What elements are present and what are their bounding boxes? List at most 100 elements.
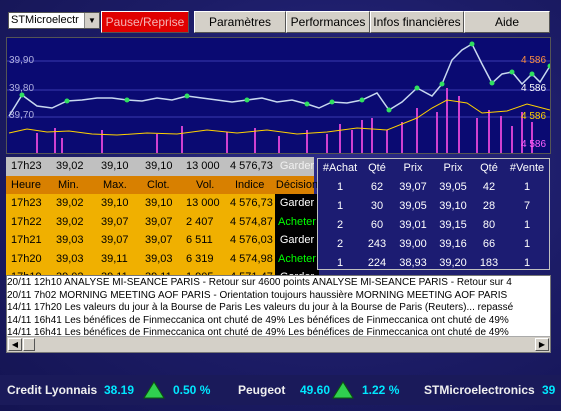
order-book-cell: 39,00 <box>399 238 427 250</box>
price-marker <box>329 99 335 105</box>
cell-clot: 39,07 <box>145 215 173 228</box>
header-volume: Vol. <box>196 178 215 191</box>
header-close: Clot. <box>147 178 170 191</box>
header-time: Heure <box>11 178 41 191</box>
order-book-cell: 183 <box>479 257 499 269</box>
table-row[interactable]: 17h21 39,03 39,07 39,07 6 511 4 576,03 Garder <box>6 231 319 250</box>
order-book-cell: 2 <box>336 219 344 231</box>
table-row[interactable]: 17h23 39,02 39,10 39,10 13 000 4 576,73 Garder <box>6 194 319 213</box>
ticker-price: 39 <box>542 383 556 397</box>
cell-decision: Acheter <box>275 249 319 268</box>
price-line <box>8 42 550 117</box>
current-quote-row[interactable]: 17h23 39,02 39,10 39,10 13 000 4 576,73 … <box>6 157 314 176</box>
header-sell-price: Prix <box>443 162 463 174</box>
order-book-cell: 1 <box>336 181 344 193</box>
price-marker <box>244 97 250 103</box>
ticker-price: 49.60 <box>300 383 331 397</box>
cell-max: 39,11 <box>101 252 128 265</box>
chevron-down-icon[interactable]: ▼ <box>84 13 99 28</box>
cell-decision: Garder <box>275 194 319 213</box>
order-book-cell: 66 <box>482 238 496 250</box>
cell-heure: 17h21 <box>11 234 42 246</box>
scroll-left-icon[interactable]: ◀ <box>8 338 22 351</box>
cell-min: 39,02 <box>56 160 84 172</box>
cell-vol: 6 511 <box>186 234 213 246</box>
order-book-cell: 39,16 <box>439 238 467 250</box>
scroll-right-icon[interactable]: ▶ <box>535 338 549 351</box>
order-book-header: #Achat Qté Prix Prix Qté #Vente <box>318 159 549 178</box>
stock-selector[interactable]: STMicroelectr ▼ <box>8 12 100 29</box>
cell-min: 39,03 <box>56 234 84 246</box>
order-book-cell: 80 <box>482 219 496 231</box>
ticker-name: Peugeot <box>238 383 286 397</box>
stock-ticker: Credit Lyonnais 38.19 0.50 % Peugeot 49.… <box>0 375 561 405</box>
horizontal-scrollbar[interactable]: ◀ ▶ <box>7 336 550 352</box>
news-item[interactable]: 20/11 7h02 MORNING MEETING AOF PARIS - O… <box>7 289 507 302</box>
news-item[interactable]: 14/11 17h20 Les valeurs du jour à la Bou… <box>7 301 513 314</box>
order-book-cell: 1 <box>523 219 531 231</box>
order-book-row[interactable]: 1 62 39,07 39,05 42 1 <box>318 178 549 197</box>
header-buy-count: #Achat <box>322 162 358 174</box>
news-feed[interactable]: 20/11 12h10 ANALYSE MI-SEANCE PARIS - Re… <box>6 275 551 353</box>
header-buy-qty: Qté <box>368 162 386 174</box>
price-marker <box>439 81 445 87</box>
order-book-cell: 42 <box>482 181 496 193</box>
order-book-row[interactable]: 2 60 39,01 39,15 80 1 <box>318 216 549 235</box>
price-marker <box>124 97 130 103</box>
order-book-cell: 62 <box>370 181 384 193</box>
performances-button[interactable]: Performances <box>286 11 370 33</box>
cell-heure: 17h22 <box>11 215 42 228</box>
cell-indice: 4 574,98 <box>230 252 273 265</box>
order-book-cell: 39,20 <box>439 257 467 269</box>
price-marker <box>469 41 475 47</box>
ticker-price: 38.19 <box>104 383 135 397</box>
table-row[interactable]: 17h20 39,03 39,11 39,03 6 319 4 574,98 Acheter <box>6 249 319 268</box>
order-book-row[interactable]: 1 224 38,93 39,20 183 1 <box>318 254 549 273</box>
order-book-row[interactable]: 2 243 39,00 39,16 66 1 <box>318 235 549 254</box>
order-book-row[interactable]: 1 30 39,05 39,10 28 7 <box>318 197 549 216</box>
header-sell-count: #Vente <box>509 162 545 174</box>
price-markers <box>19 41 550 113</box>
intraday-chart: 39,90 39,80 39,70 4 586 4 586 4 586 4 58… <box>6 37 551 154</box>
price-marker <box>509 69 515 75</box>
scroll-thumb[interactable] <box>23 338 35 351</box>
cell-heure: 17h20 <box>11 252 42 265</box>
cell-indice: 4 576,73 <box>230 197 273 209</box>
cell-max: 39,10 <box>101 197 129 209</box>
cell-decision: Garder <box>279 160 315 172</box>
y-axis-label: 39,70 <box>9 110 35 121</box>
order-book-cell: 2 <box>336 238 344 250</box>
table-row[interactable]: 17h22 39,02 39,07 39,07 2 407 4 574,87 Acheter <box>6 212 319 231</box>
news-item[interactable]: 14/11 16h41 Les bénéfices de Finmeccanic… <box>7 314 509 327</box>
stock-selector-value: STMicroelectr <box>11 14 79 26</box>
index-right-label: 4 586 <box>521 111 547 122</box>
y-axis-label: 39,90 <box>9 55 35 66</box>
news-item[interactable]: 20/11 12h10 ANALYSE MI-SEANCE PARIS - Re… <box>7 276 512 289</box>
order-book-cell: 38,93 <box>399 257 427 269</box>
order-book-cell: 39,07 <box>399 181 427 193</box>
price-right-label: 4 586 <box>521 83 547 94</box>
cell-clot: 39,07 <box>145 234 173 246</box>
help-button[interactable]: Aide <box>464 11 550 33</box>
cell-clot: 39,10 <box>145 197 173 209</box>
cell-volume: 13 000 <box>186 160 220 172</box>
price-marker <box>304 101 310 107</box>
cell-indice: 4 574,87 <box>230 215 273 228</box>
y-axis-label: 39,80 <box>9 83 35 94</box>
financial-info-button[interactable]: Infos financières <box>370 11 464 33</box>
order-book-cell: 60 <box>370 219 384 231</box>
cell-index: 4 576,73 <box>230 160 273 172</box>
price-marker <box>359 97 365 103</box>
pause-resume-button[interactable]: Pause/Reprise <box>101 11 189 33</box>
toolbar: STMicroelectr ▼ Pause/Reprise Paramètres… <box>6 9 551 35</box>
order-book-cell: 1 <box>336 200 344 212</box>
header-max: Max. <box>103 178 127 191</box>
up-arrow-icon <box>332 381 354 399</box>
cell-min: 39,03 <box>56 252 84 265</box>
header-buy-price: Prix <box>403 162 423 174</box>
order-book-cell: 39,05 <box>439 181 467 193</box>
cell-vol: 13 000 <box>186 197 220 209</box>
cell-indice: 4 576,03 <box>230 234 273 246</box>
header-decision: Décision <box>275 178 319 191</box>
settings-button[interactable]: Paramètres <box>194 11 286 33</box>
